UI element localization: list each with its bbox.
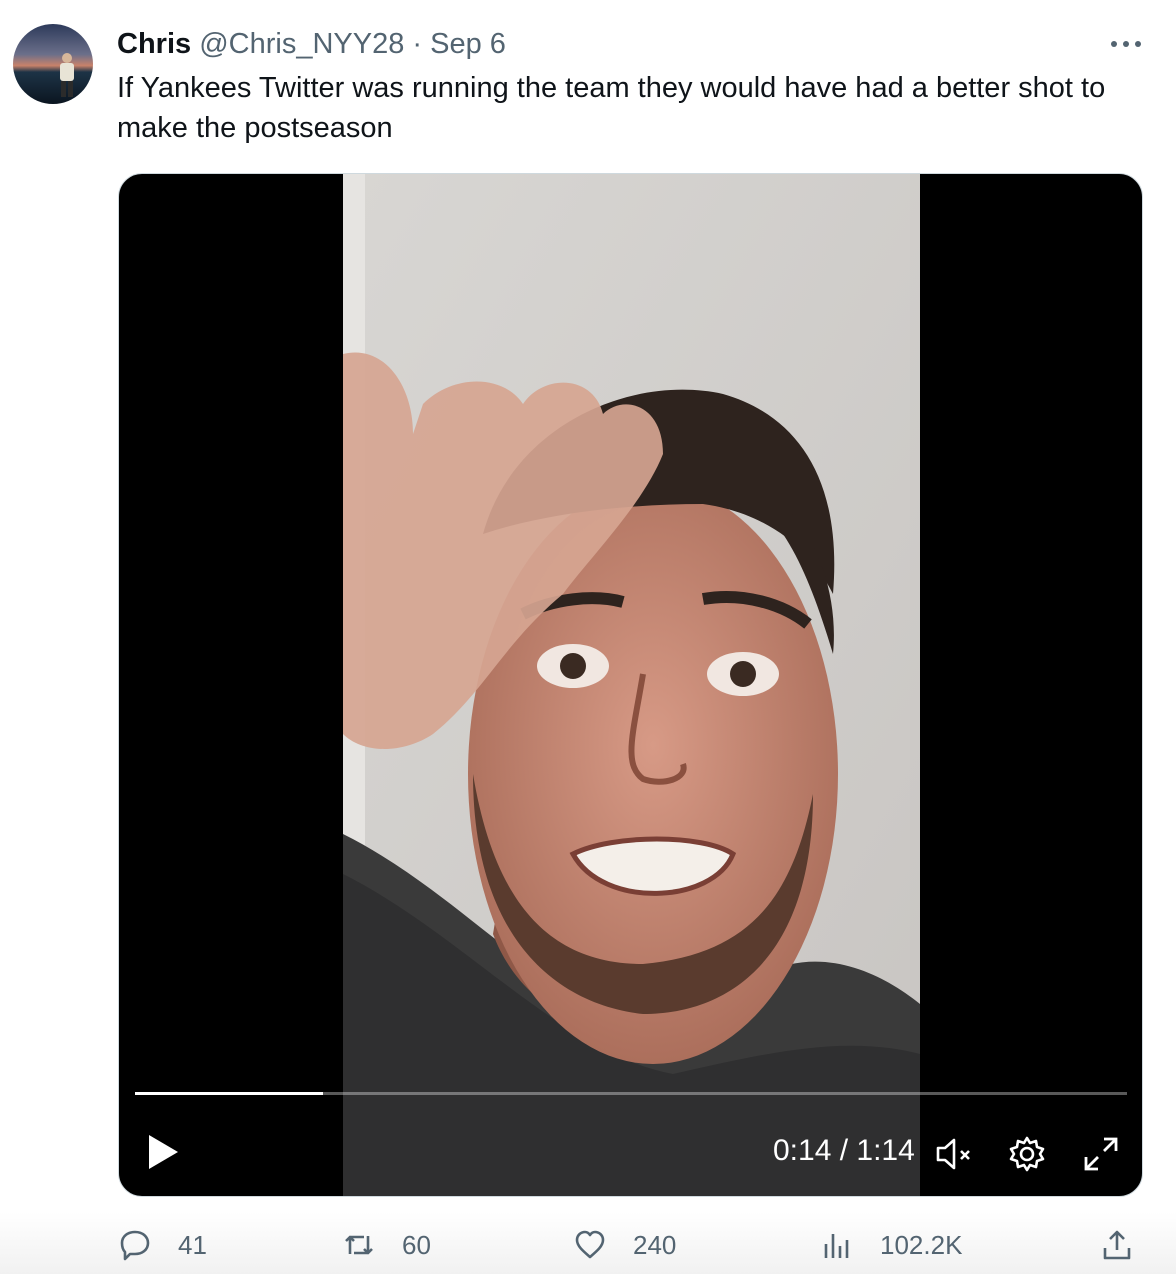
more-icon[interactable]	[1108, 30, 1144, 58]
tweet-date[interactable]: Sep 6	[430, 28, 506, 60]
progress-bar[interactable]	[135, 1092, 1127, 1095]
avatar[interactable]	[13, 24, 93, 104]
play-icon[interactable]	[145, 1132, 181, 1172]
tweet-header: Chris @Chris_NYY28 · Sep 6	[117, 26, 506, 62]
tweet-text: If Yankees Twitter was running the team …	[117, 72, 1106, 144]
share-icon	[1103, 1230, 1131, 1260]
share-button[interactable]	[1100, 1228, 1134, 1262]
settings-icon[interactable]	[1007, 1134, 1047, 1174]
separator: ·	[412, 28, 423, 60]
video-frame	[343, 174, 920, 1196]
repost-count: 60	[402, 1229, 431, 1260]
action-bar: 41 60 240 102.2K	[0, 1212, 1176, 1274]
mute-icon[interactable]	[934, 1134, 974, 1174]
views-button[interactable]: 102.2K	[820, 1228, 962, 1262]
view-count: 102.2K	[880, 1229, 963, 1260]
duration: 1:14	[856, 1134, 915, 1167]
reply-count: 41	[178, 1229, 207, 1260]
like-icon	[575, 1230, 605, 1259]
like-button[interactable]: 240	[573, 1228, 676, 1262]
current-time: 0:14	[773, 1134, 832, 1167]
progress-fill	[135, 1092, 324, 1095]
video-time: 0:14 / 1:14	[773, 1134, 915, 1167]
views-icon	[824, 1234, 849, 1258]
like-count: 240	[633, 1229, 677, 1260]
repost-button[interactable]: 60	[342, 1228, 431, 1262]
avatar-photo	[60, 53, 74, 97]
fullscreen-icon[interactable]	[1081, 1134, 1121, 1174]
handle[interactable]: @Chris_NYY28	[199, 28, 404, 60]
display-name[interactable]: Chris	[117, 28, 191, 60]
video-player[interactable]: 0:14 / 1:14	[118, 173, 1143, 1197]
reply-button[interactable]: 41	[118, 1228, 207, 1262]
reply-icon	[120, 1230, 150, 1261]
repost-icon	[345, 1235, 373, 1255]
